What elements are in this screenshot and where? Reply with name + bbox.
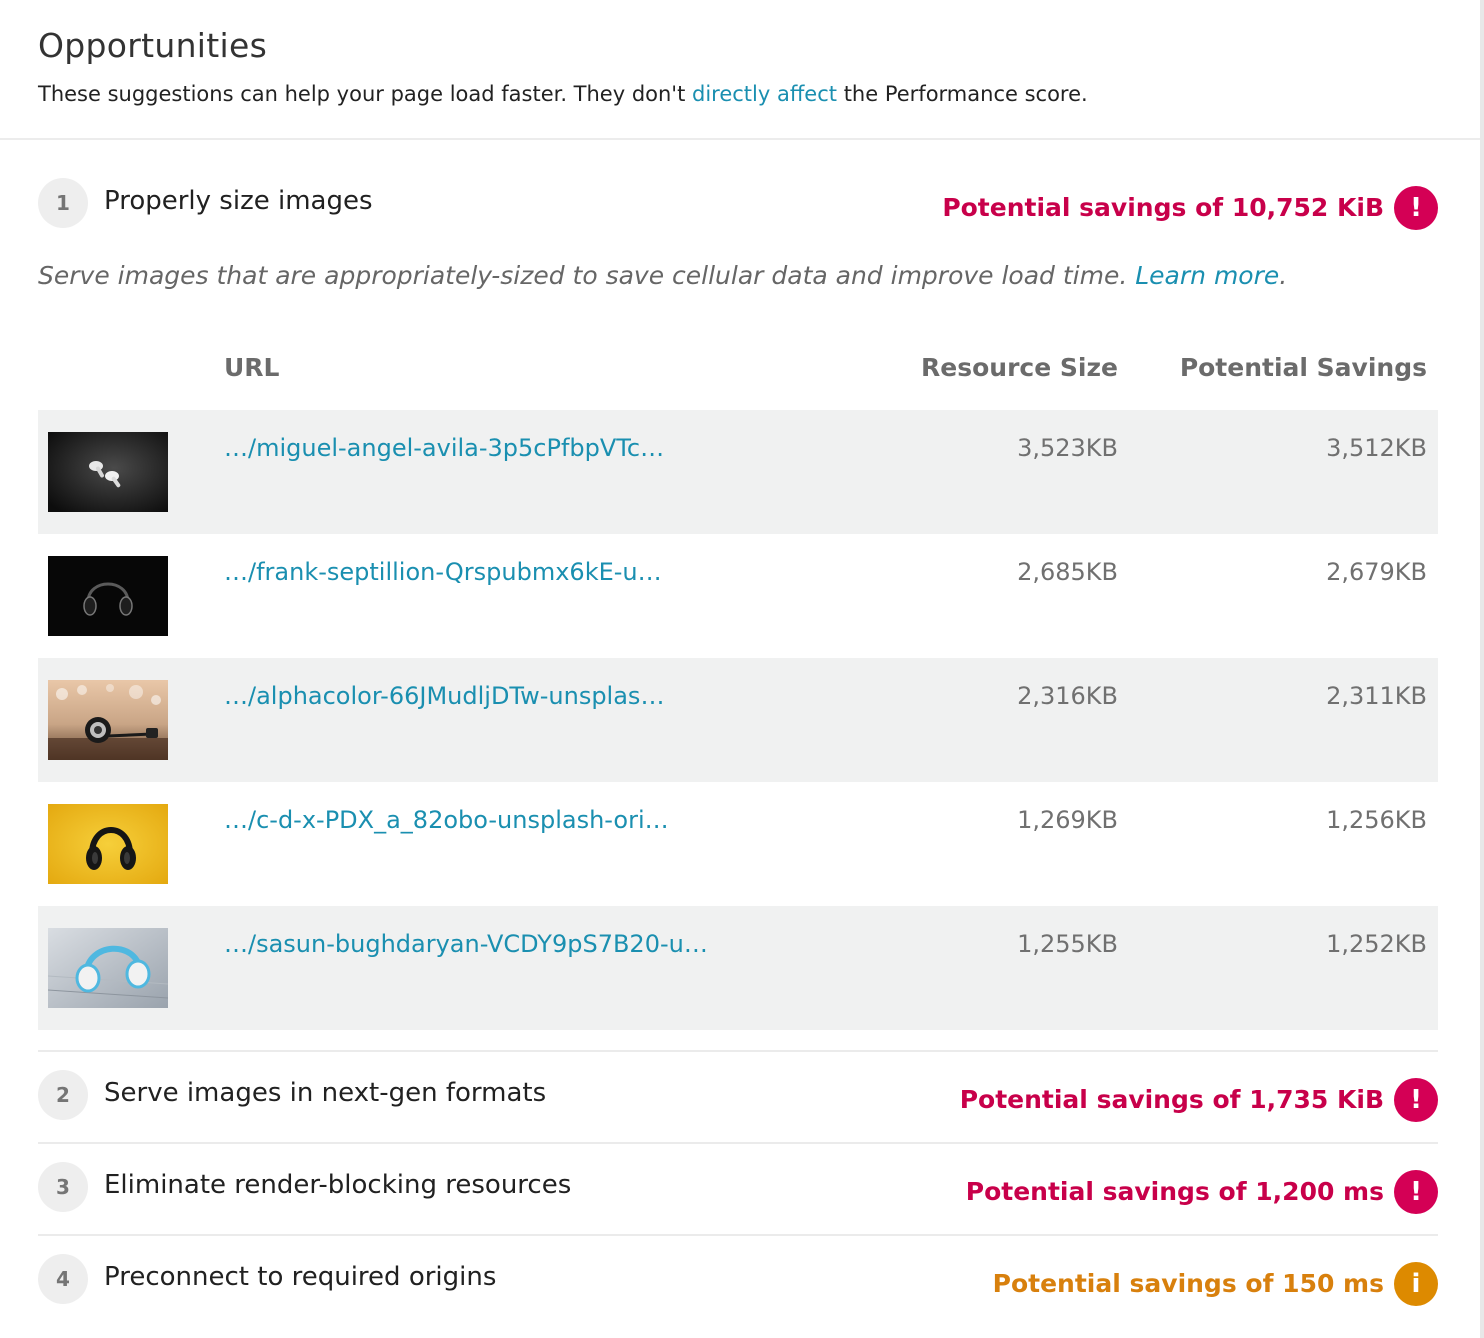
table-header: URL Resource Size Potential Savings xyxy=(38,340,1438,410)
audit-savings: Potential savings of 1,200 ms xyxy=(965,1177,1384,1206)
header-divider xyxy=(0,138,1480,140)
audit-savings: Potential savings of 150 ms xyxy=(992,1269,1384,1298)
info-icon: i xyxy=(1394,1262,1438,1306)
audit-divider xyxy=(38,1142,1438,1144)
image-thumbnail xyxy=(48,680,168,760)
audit-title[interactable]: Serve images in next-gen formats xyxy=(104,1077,546,1109)
audit-preconnect-origins[interactable]: 4 Preconnect to required origins Potenti… xyxy=(38,1254,1438,1310)
potential-savings: 3,512KB xyxy=(1326,434,1427,462)
audit-description: Serve images that are appropriately-size… xyxy=(38,261,1288,290)
image-thumbnail xyxy=(48,804,168,884)
description-text: These suggestions can help your page loa… xyxy=(38,82,692,106)
audit-render-blocking-resources[interactable]: 3 Eliminate render-blocking resources Po… xyxy=(38,1162,1438,1218)
exclamation-icon: ! xyxy=(1394,1170,1438,1214)
opportunities-header: Opportunities These suggestions can help… xyxy=(38,26,1438,108)
audit-number: 2 xyxy=(38,1070,88,1120)
potential-savings: 1,256KB xyxy=(1326,806,1427,834)
column-header-url: URL xyxy=(224,353,280,382)
learn-more-link[interactable]: Learn more xyxy=(1135,261,1279,290)
resource-url-link[interactable]: …/sasun-bughdaryan-VCDY9pS7B20-u… xyxy=(224,928,708,960)
resource-url-link[interactable]: …/frank-septillion-Qrspubmx6kE-u… xyxy=(224,556,662,588)
audit-number: 1 xyxy=(38,178,88,228)
resource-url-link[interactable]: …/alphacolor-66JMudljDTw-unsplas… xyxy=(224,680,664,712)
section-title: Opportunities xyxy=(38,26,268,65)
resource-size: 3,523KB xyxy=(1017,434,1118,462)
description-text-end: the Performance score. xyxy=(837,82,1088,106)
column-header-resource-size: Resource Size xyxy=(921,353,1118,382)
section-description: These suggestions can help your page loa… xyxy=(38,80,1438,108)
audit-number: 3 xyxy=(38,1162,88,1212)
potential-savings: 2,679KB xyxy=(1326,558,1427,586)
resource-size: 1,269KB xyxy=(1017,806,1118,834)
table-row: …/alphacolor-66JMudljDTw-unsplas… 2,316K… xyxy=(38,658,1438,782)
audit-title[interactable]: Eliminate render-blocking resources xyxy=(104,1169,571,1201)
audit-title[interactable]: Preconnect to required origins xyxy=(104,1261,496,1293)
directly-affect-link[interactable]: directly affect xyxy=(692,82,837,106)
column-header-potential-savings: Potential Savings xyxy=(1179,353,1427,382)
resource-size: 2,685KB xyxy=(1017,558,1118,586)
potential-savings: 1,252KB xyxy=(1326,930,1427,958)
resource-url-link[interactable]: …/miguel-angel-avila-3p5cPfbpVTc… xyxy=(224,432,664,464)
table-row: …/miguel-angel-avila-3p5cPfbpVTc… 3,523K… xyxy=(38,410,1438,534)
table-row: …/sasun-bughdaryan-VCDY9pS7B20-u… 1,255K… xyxy=(38,906,1438,1030)
audit-number: 4 xyxy=(38,1254,88,1304)
table-row: …/frank-septillion-Qrspubmx6kE-u… 2,685K… xyxy=(38,534,1438,658)
audit-next-gen-formats[interactable]: 2 Serve images in next-gen formats Poten… xyxy=(38,1070,1438,1126)
resource-size: 2,316KB xyxy=(1017,682,1118,710)
exclamation-icon: ! xyxy=(1394,186,1438,230)
table-row: …/c-d-x-PDX_a_82obo-unsplash-ori… 1,269K… xyxy=(38,782,1438,906)
image-thumbnail xyxy=(48,928,168,1008)
audit-properly-size-images[interactable]: 1 Properly size images Potential savings… xyxy=(38,178,1438,234)
image-thumbnail xyxy=(48,432,168,512)
scrollbar-edge xyxy=(1480,0,1484,1338)
resource-size: 1,255KB xyxy=(1017,930,1118,958)
audit-title[interactable]: Properly size images xyxy=(104,185,373,217)
audit-divider xyxy=(38,1050,1438,1052)
resource-table: URL Resource Size Potential Savings …/mi… xyxy=(38,340,1438,1030)
audit-savings: Potential savings of 10,752 KiB xyxy=(942,193,1384,222)
image-thumbnail xyxy=(48,556,168,636)
audit-savings: Potential savings of 1,735 KiB xyxy=(959,1085,1384,1114)
audit-description-text: Serve images that are appropriately-size… xyxy=(38,261,1128,290)
audit-divider xyxy=(38,1234,1438,1236)
resource-url-link[interactable]: …/c-d-x-PDX_a_82obo-unsplash-ori… xyxy=(224,804,669,836)
exclamation-icon: ! xyxy=(1394,1078,1438,1122)
potential-savings: 2,311KB xyxy=(1326,682,1427,710)
